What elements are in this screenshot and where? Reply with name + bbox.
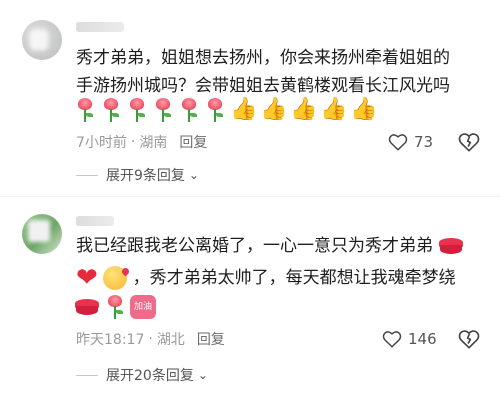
divider bbox=[0, 196, 500, 197]
rose-icon bbox=[126, 97, 148, 123]
comment-location: 湖北 bbox=[156, 332, 185, 348]
comment-text-line: ❤ ，秀才弟弟太帅了，每天都想让我魂牵梦绕 bbox=[76, 264, 488, 292]
heart-outline-icon bbox=[388, 134, 408, 151]
comment-text-segment: 我已经跟我老公离婚了，一心一意只为秀才弟弟 bbox=[76, 236, 433, 256]
rose-icon bbox=[100, 97, 122, 123]
thumbs-up-icon: 👍 bbox=[260, 97, 288, 122]
red-heart-icon: ❤ bbox=[76, 263, 98, 293]
rose-icon bbox=[204, 97, 226, 123]
username-blurred[interactable] bbox=[76, 216, 114, 226]
like-button[interactable]: 73 bbox=[388, 131, 433, 153]
expand-replies-button[interactable]: 展开20条回复 ⌄ bbox=[76, 364, 208, 386]
chevron-down-icon: ⌄ bbox=[188, 168, 199, 182]
comment-meta: 7小时前 · 湖南 回复 bbox=[76, 131, 207, 153]
comment-time: 昨天18:17 bbox=[76, 332, 145, 348]
expand-line bbox=[76, 374, 98, 376]
expand-replies-label: 展开9条回复 bbox=[106, 168, 185, 184]
like-count: 73 bbox=[414, 133, 434, 151]
emoji-row: 加油 bbox=[74, 292, 156, 322]
meta-separator: · bbox=[148, 331, 153, 347]
emoji-row: 👍 👍 👍 👍 👍 bbox=[74, 95, 378, 125]
kiss-lips-icon bbox=[438, 236, 464, 256]
thumbs-up-icon: 👍 bbox=[290, 97, 318, 122]
like-button[interactable]: 146 bbox=[382, 328, 437, 350]
comment-meta: 昨天18:17 · 湖北 回复 bbox=[76, 328, 225, 350]
expand-replies-button[interactable]: 展开9条回复 ⌄ bbox=[76, 164, 199, 186]
reply-button[interactable]: 回复 bbox=[179, 132, 207, 152]
thumbs-up-icon: 👍 bbox=[320, 97, 348, 122]
comment-text-segment: ，秀才弟弟太帅了，每天都想让我魂牵梦绕 bbox=[132, 268, 456, 288]
rose-icon bbox=[74, 97, 96, 123]
rose-icon bbox=[178, 97, 200, 123]
chevron-down-icon: ⌄ bbox=[197, 368, 208, 382]
like-count: 146 bbox=[408, 330, 437, 348]
comment-text-line: 我已经跟我老公离婚了，一心一意只为秀才弟弟 bbox=[76, 232, 488, 260]
dislike-icon[interactable] bbox=[458, 131, 480, 153]
avatar[interactable] bbox=[22, 20, 62, 60]
comment-text-line: 秀才弟弟，姐姐想去扬州，你会来扬州牵着姐姐的 bbox=[76, 48, 450, 68]
rose-icon bbox=[104, 294, 126, 320]
comment-time: 7小时前 bbox=[76, 135, 127, 151]
heart-outline-icon bbox=[382, 331, 402, 348]
meta-separator: · bbox=[130, 134, 136, 150]
cheer-sticker-icon: 加油 bbox=[130, 295, 156, 319]
dislike-icon[interactable] bbox=[458, 328, 480, 350]
expand-line bbox=[76, 174, 98, 176]
username-blurred[interactable] bbox=[76, 22, 124, 32]
comment-location: 湖南 bbox=[139, 135, 168, 151]
kiss-lips-icon bbox=[74, 297, 100, 317]
thumbs-up-icon: 👍 bbox=[230, 97, 258, 122]
comment-text: 我已经跟我老公离婚了，一心一意只为秀才弟弟 ❤ ，秀才弟弟太帅了，每天都想让我魂… bbox=[76, 232, 488, 292]
comment-text: 秀才弟弟，姐姐想去扬州，你会来扬州牵着姐姐的 手游扬州城吗？会带姐姐去黄鹤楼观看… bbox=[76, 44, 488, 100]
rose-icon bbox=[152, 97, 174, 123]
expand-replies-label: 展开20条回复 bbox=[106, 368, 194, 384]
thumbs-up-icon: 👍 bbox=[350, 97, 378, 122]
reply-button[interactable]: 回复 bbox=[197, 329, 225, 349]
avatar[interactable] bbox=[22, 214, 62, 254]
kissing-face-icon bbox=[103, 266, 128, 290]
